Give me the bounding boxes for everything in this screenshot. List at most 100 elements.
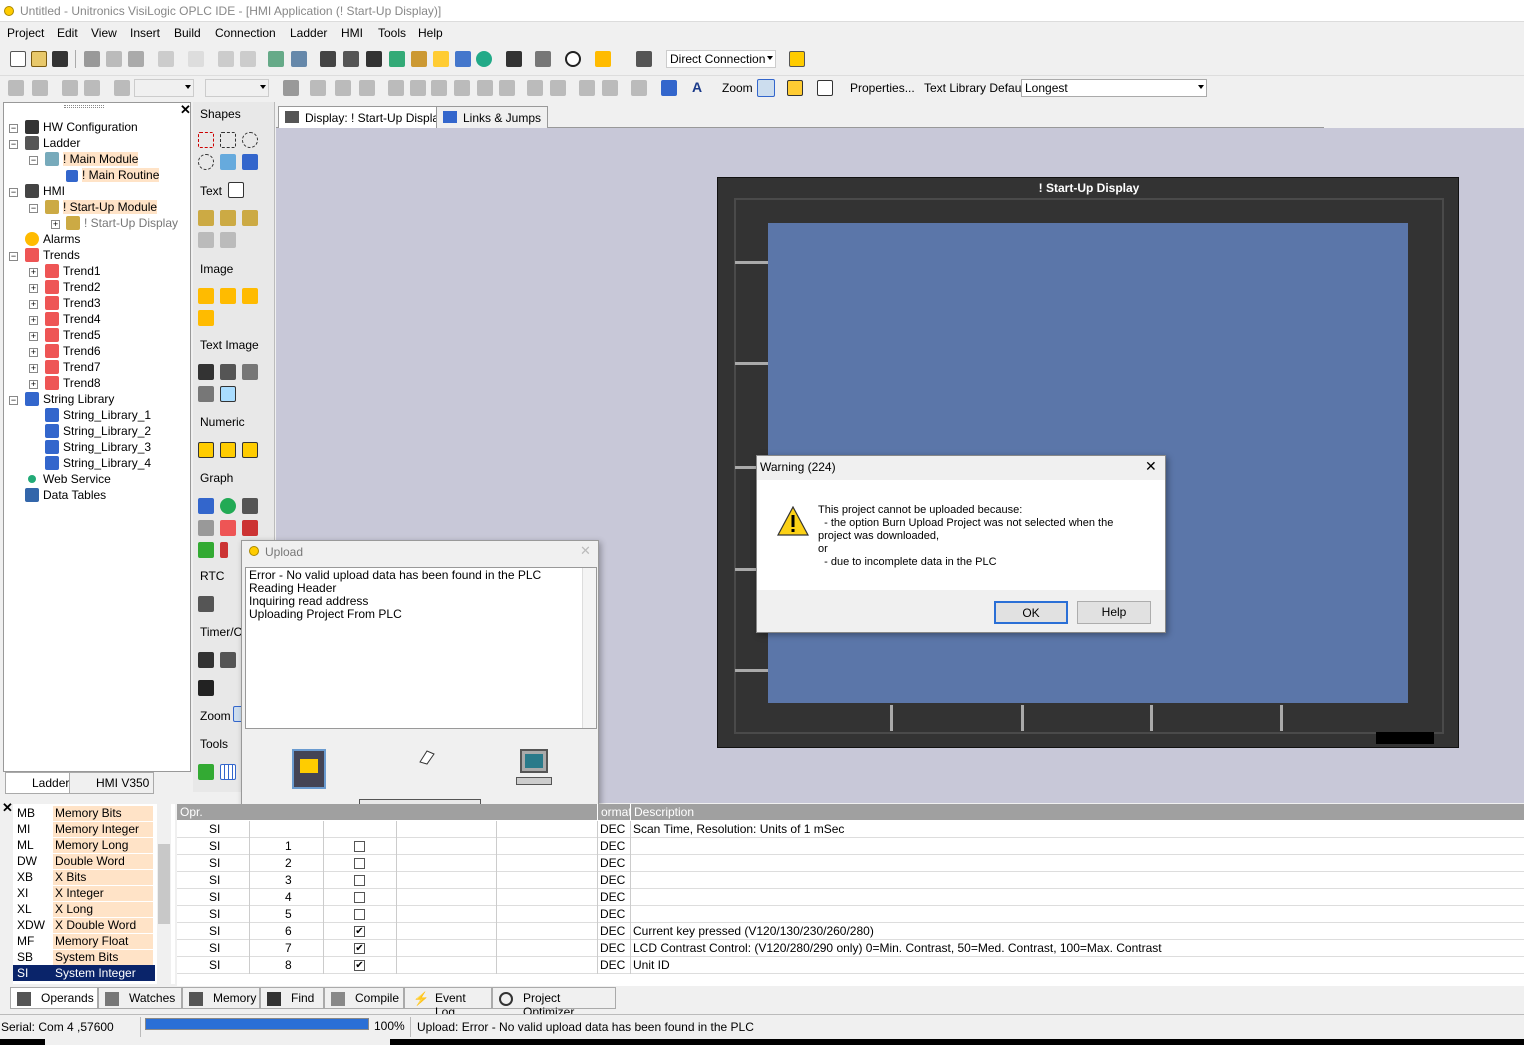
tree-web-service[interactable]: Web Service <box>25 472 111 488</box>
bar-tool-icon[interactable] <box>242 154 258 170</box>
expand-icon[interactable]: + <box>29 284 38 293</box>
operand-row[interactable]: MF Memory Float <box>13 933 155 949</box>
table-row[interactable]: SI 5 DEC <box>177 906 1524 923</box>
row-checkbox[interactable]: ✔ <box>354 960 365 971</box>
text-image-list-icon[interactable] <box>220 364 236 380</box>
fill-tool-icon[interactable] <box>220 154 236 170</box>
align-middle-icon[interactable] <box>477 80 493 96</box>
display-icon[interactable] <box>343 51 359 67</box>
ellipse-tool-icon[interactable] <box>198 154 214 170</box>
text-library-select[interactable]: Longest <box>1021 79 1207 97</box>
thermometer-icon[interactable] <box>220 542 228 558</box>
table-row[interactable]: SI 6 DEC Current key pressed (V120/130/230/… <box>177 923 1524 940</box>
text-image-icon[interactable] <box>198 364 214 380</box>
zoom-magnifier-icon[interactable] <box>757 79 775 97</box>
align-left-icon[interactable] <box>388 80 404 96</box>
menu-hmi[interactable]: HMI <box>341 26 363 40</box>
tree-trend1[interactable]: Trend1 <box>45 264 101 280</box>
table-row[interactable]: SI 4 DEC <box>177 889 1524 906</box>
tree-string-library[interactable]: String Library <box>25 392 114 408</box>
operand-row[interactable]: MB Memory Bits <box>13 805 155 821</box>
text-tool-icon[interactable] <box>228 182 244 198</box>
menu-connection[interactable]: Connection <box>215 26 276 40</box>
tree-trend3[interactable]: Trend3 <box>45 296 101 312</box>
row-checkbox[interactable]: ✔ <box>354 926 365 937</box>
expand-icon[interactable]: + <box>29 348 38 357</box>
tree-string-library-1[interactable]: String_Library_1 <box>45 408 151 424</box>
expand-icon[interactable]: + <box>51 220 60 229</box>
group-icon[interactable] <box>62 80 78 96</box>
warning-close-icon[interactable]: ✕ <box>1145 458 1157 475</box>
gauge-icon[interactable] <box>220 498 236 514</box>
upload-icon[interactable] <box>411 51 427 67</box>
tab-links-jumps[interactable]: Links & Jumps <box>436 106 549 128</box>
same-size-icon[interactable] <box>579 80 595 96</box>
hmi-view-icon[interactable] <box>291 51 307 67</box>
save-icon[interactable] <box>52 51 68 67</box>
tree-startup-module[interactable]: ! Start-Up Module <box>45 200 158 216</box>
operand-row[interactable]: MI Memory Integer <box>13 821 155 837</box>
numeric-bind-icon[interactable] <box>242 442 258 458</box>
operand-row[interactable]: XDW X Double Word <box>13 917 155 933</box>
ladder-view-icon[interactable] <box>320 51 336 67</box>
tree-trend8[interactable]: Trend8 <box>45 376 101 392</box>
tab-watches[interactable]: Watches <box>98 987 182 1009</box>
table-row[interactable]: SI 2 DEC <box>177 855 1524 872</box>
tree-trend4[interactable]: Trend4 <box>45 312 101 328</box>
size-select-2[interactable] <box>205 79 269 97</box>
table-row[interactable]: SI 8 DEC Unit ID ✔ <box>177 957 1524 974</box>
operand-row[interactable]: SB System Bits <box>13 949 155 965</box>
tree-ladder[interactable]: Ladder <box>25 136 80 152</box>
text-bind-icon[interactable] <box>242 210 258 226</box>
align-top-icon[interactable] <box>454 80 470 96</box>
panel-grip[interactable] <box>64 105 104 108</box>
operand-row[interactable]: XI X Integer <box>13 885 155 901</box>
menu-project[interactable]: Project <box>7 26 44 40</box>
tree-hmi[interactable]: HMI <box>25 184 65 200</box>
undo-icon[interactable] <box>188 51 204 67</box>
text-image-var-icon[interactable] <box>198 386 214 402</box>
expand-icon[interactable]: + <box>29 300 38 309</box>
circle-tool-icon[interactable] <box>242 132 258 148</box>
row-checkbox[interactable]: ✔ <box>354 943 365 954</box>
close-operands-icon[interactable]: ✕ <box>2 800 13 816</box>
text-image-bind-icon[interactable] <box>242 364 258 380</box>
row-checkbox[interactable] <box>354 892 365 903</box>
layer-icon-2[interactable] <box>335 80 351 96</box>
size-select-1[interactable] <box>134 79 194 97</box>
properties-button[interactable]: Properties... <box>850 81 915 95</box>
timer-icon[interactable] <box>198 652 214 668</box>
download-icon[interactable] <box>389 51 405 67</box>
row-checkbox[interactable] <box>354 841 365 852</box>
expand-icon[interactable]: + <box>29 364 38 373</box>
tab-operands[interactable]: Operands <box>10 987 98 1009</box>
numeric-tool-icon[interactable] <box>198 442 214 458</box>
image-bind-icon[interactable] <box>242 288 258 304</box>
meter-icon[interactable] <box>242 498 258 514</box>
bar-graph-icon[interactable] <box>198 498 214 514</box>
tab-compile[interactable]: Compile <box>324 987 404 1009</box>
menu-build[interactable]: Build <box>174 26 201 40</box>
tree-data-tables[interactable]: Data Tables <box>25 488 106 504</box>
expand-icon[interactable]: + <box>29 332 38 341</box>
misc-tool-icon[interactable] <box>198 680 214 696</box>
align-base-icon[interactable] <box>499 80 515 96</box>
level-icon[interactable] <box>198 542 214 558</box>
stack-icon[interactable] <box>535 51 551 67</box>
properties-icon[interactable] <box>817 80 833 96</box>
tab-find[interactable]: Find <box>260 987 324 1009</box>
close-tree-icon[interactable]: ✕ <box>180 102 191 118</box>
tree-string-library-3[interactable]: String_Library_3 <box>45 440 151 456</box>
back-icon[interactable] <box>218 51 234 67</box>
menu-ladder[interactable]: Ladder <box>290 26 327 40</box>
align-icon[interactable] <box>8 80 24 96</box>
table-row[interactable]: SI DEC Scan Time, Resolution: Units of 1 m… <box>177 821 1524 838</box>
frame-tool-icon[interactable] <box>220 132 236 148</box>
col-header-description[interactable]: Description <box>630 804 1524 820</box>
operand-row-selected[interactable]: SI System Integer <box>13 965 155 981</box>
online-test-icon[interactable] <box>636 51 652 67</box>
row-checkbox[interactable] <box>354 909 365 920</box>
trend-graph-icon[interactable] <box>220 520 236 536</box>
expand-icon[interactable]: + <box>29 380 38 389</box>
communication-icon[interactable] <box>595 51 611 67</box>
